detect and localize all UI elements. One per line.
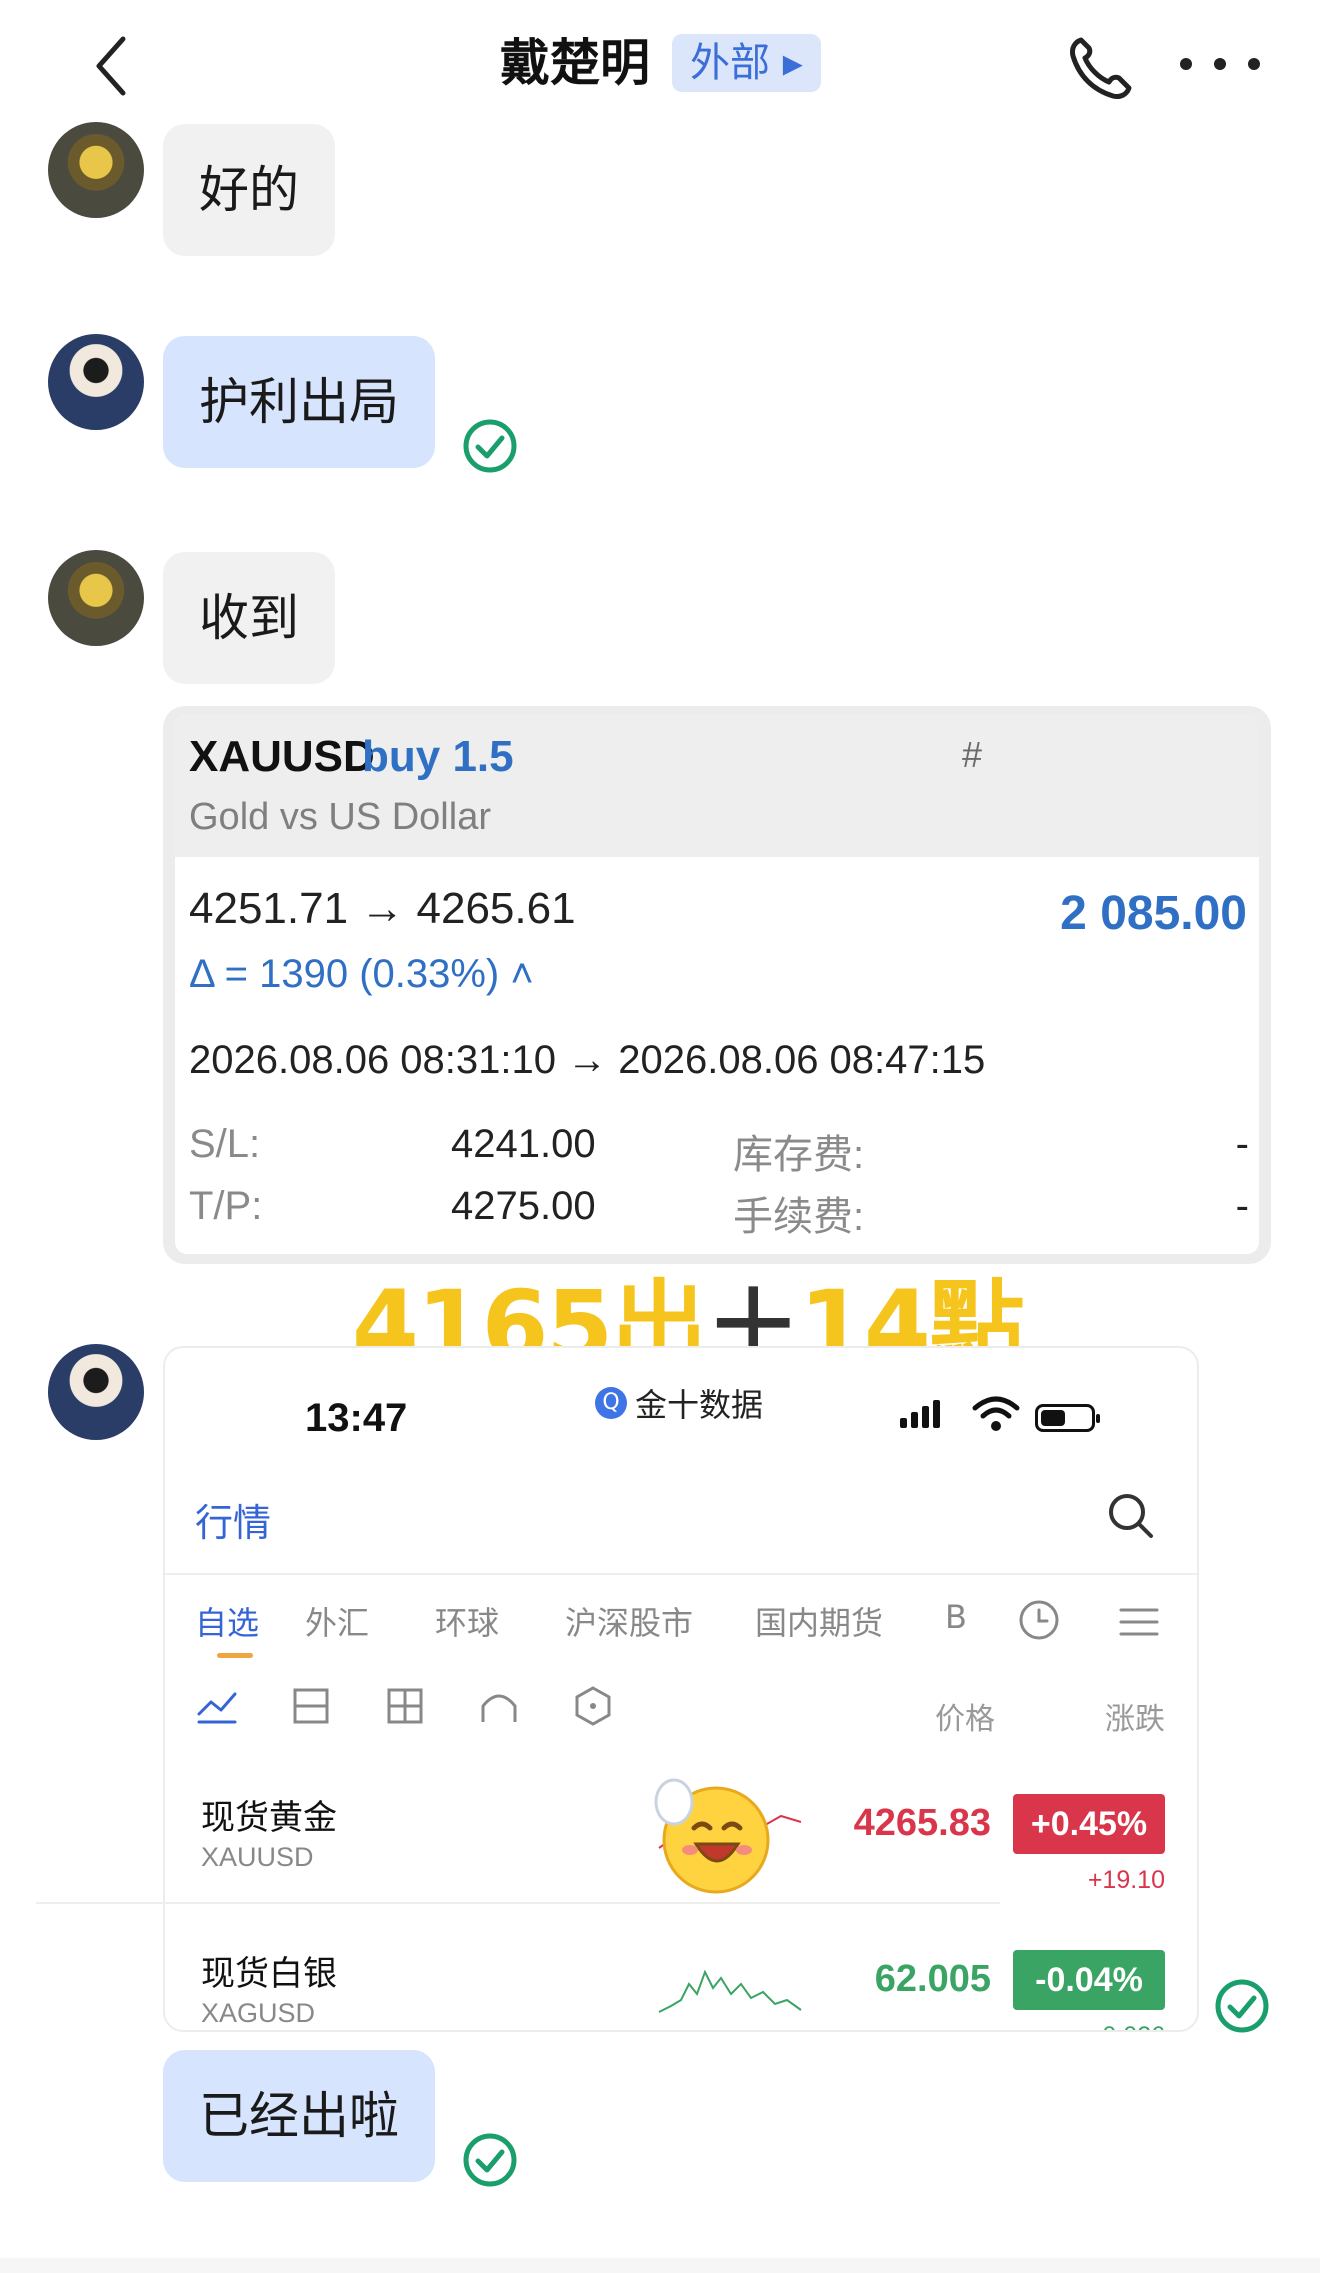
row-divider [36,1902,1000,1904]
tab-global[interactable]: 环球 [435,1598,499,1644]
trade-delta: Δ = 1390 (0.33%) ˄ [189,952,534,996]
chevron-left-icon [96,36,126,96]
commission-label: 手续费: [733,1195,865,1239]
instrument-name: 现货白银 [201,1954,337,1994]
list-view-icon[interactable] [289,1684,333,1728]
instrument-code: XAGUSD [201,1998,316,2028]
tp-value: 4275.00 [451,1184,596,1228]
message-bubble[interactable]: 护利出局 [163,336,435,468]
phone-call-icon[interactable] [1065,32,1137,102]
tp-label: T/P: [189,1184,263,1228]
market-screenshot-message[interactable]: 13:47 Q 金十数据 行情 自选 外汇 环球 沪深股市 国内期货 B 价格 … [163,1346,1199,2032]
read-check-icon [463,2133,517,2187]
external-badge[interactable]: 外部 ▸ [672,34,821,92]
trade-row-tp: T/P: 4275.00 手续费: - [189,1184,1249,1239]
chat-header: 戴楚明 外部 ▸ [0,0,1320,128]
status-bar-app-name: 金十数据 [635,1386,764,1424]
sparkline-chart [658,1969,802,2013]
swap-label: 库存费: [733,1133,865,1177]
change-percent-badge: +0.45% [1013,1794,1165,1854]
badge-arrow-icon: ▸ [782,40,803,86]
arch-icon[interactable] [477,1684,521,1728]
status-bar-time: 13:47 [305,1396,408,1440]
trade-profit: 2 085.00 [1060,887,1247,940]
trade-screenshot-message[interactable]: XAUUSD buy 1.5 # Gold vs US Dollar 4251.… [163,706,1271,1264]
market-page-title: 行情 [195,1501,272,1545]
contact-name[interactable]: 戴楚明 [500,28,650,98]
tab-more[interactable]: B [945,1598,967,1636]
read-check-icon [1215,1979,1269,2033]
signal-icon [900,1400,940,1428]
instrument-code: XAUUSD [201,1842,314,1872]
tab-forex[interactable]: 外汇 [305,1598,369,1644]
self-avatar[interactable] [48,1344,144,1440]
read-check-icon [463,419,517,473]
app-icon: Q [595,1387,627,1419]
grid-view-icon[interactable] [383,1684,427,1728]
column-price: 价格 [935,1702,995,1737]
trade-side: buy 1.5 [362,732,514,781]
message-bubble[interactable]: 收到 [163,552,335,684]
trade-row-sl: S/L: 4241.00 库存费: - [189,1122,1249,1177]
commission-value: - [1235,1184,1249,1228]
menu-icon[interactable] [1117,1606,1161,1638]
message-bubble[interactable]: 好的 [163,124,335,256]
change-absolute: -0.026 [1094,2022,1165,2030]
line-chart-icon[interactable] [195,1684,239,1728]
instrument-price: 62.005 [874,1958,991,2000]
self-avatar[interactable] [48,334,144,430]
contact-avatar[interactable] [48,122,144,218]
laughing-emoji-icon [654,1778,770,1894]
contact-avatar[interactable] [48,550,144,646]
trade-header: XAUUSD buy 1.5 # Gold vs US Dollar [175,714,1259,857]
sl-label: S/L: [189,1122,261,1166]
sl-value: 4241.00 [451,1122,596,1166]
trade-symbol: XAUUSD [189,732,375,781]
trade-description: Gold vs US Dollar [189,796,491,838]
market-row-silver[interactable]: 现货白银 XAGUSD 62.005 -0.04% -0.026 [165,1934,1197,2030]
tab-futures[interactable]: 国内期货 [755,1598,883,1644]
tab-watchlist[interactable]: 自选 [195,1598,259,1644]
status-bar-app: Q 金十数据 [595,1380,763,1426]
trade-ticket: # [962,734,983,775]
trade-detail-panel: XAUUSD buy 1.5 # Gold vs US Dollar 4251.… [175,714,1259,1254]
battery-icon [1035,1404,1100,1432]
dot-icon [1180,58,1192,70]
instrument-name: 现货黄金 [201,1798,337,1838]
clock-icon[interactable] [1017,1598,1061,1642]
message-bubble[interactable]: 已经出啦 [163,2050,435,2182]
change-percent-badge: -0.04% [1013,1950,1165,2010]
dot-icon [1214,58,1226,70]
search-icon[interactable] [1103,1488,1159,1544]
wifi-icon [972,1396,1020,1431]
active-tab-indicator [217,1653,253,1658]
swap-value: - [1235,1122,1249,1166]
back-button[interactable] [80,28,140,104]
hexagon-icon[interactable] [571,1684,615,1728]
instrument-price: 4265.83 [853,1802,991,1844]
view-toolbar [195,1684,1185,1744]
dot-icon [1248,58,1260,70]
divider [165,1573,1197,1575]
tab-a-shares[interactable]: 沪深股市 [565,1598,693,1644]
change-absolute: +19.10 [1087,1866,1165,1894]
column-change: 涨跌 [1105,1702,1165,1737]
trade-times: 2026.08.06 08:31:10 → 2026.08.06 08:47:1… [189,1038,986,1082]
bottom-edge [0,2258,1320,2273]
trade-prices: 4251.71 → 4265.61 [189,884,576,933]
more-options-button[interactable] [1180,46,1260,82]
external-badge-label: 外部 [690,40,770,86]
